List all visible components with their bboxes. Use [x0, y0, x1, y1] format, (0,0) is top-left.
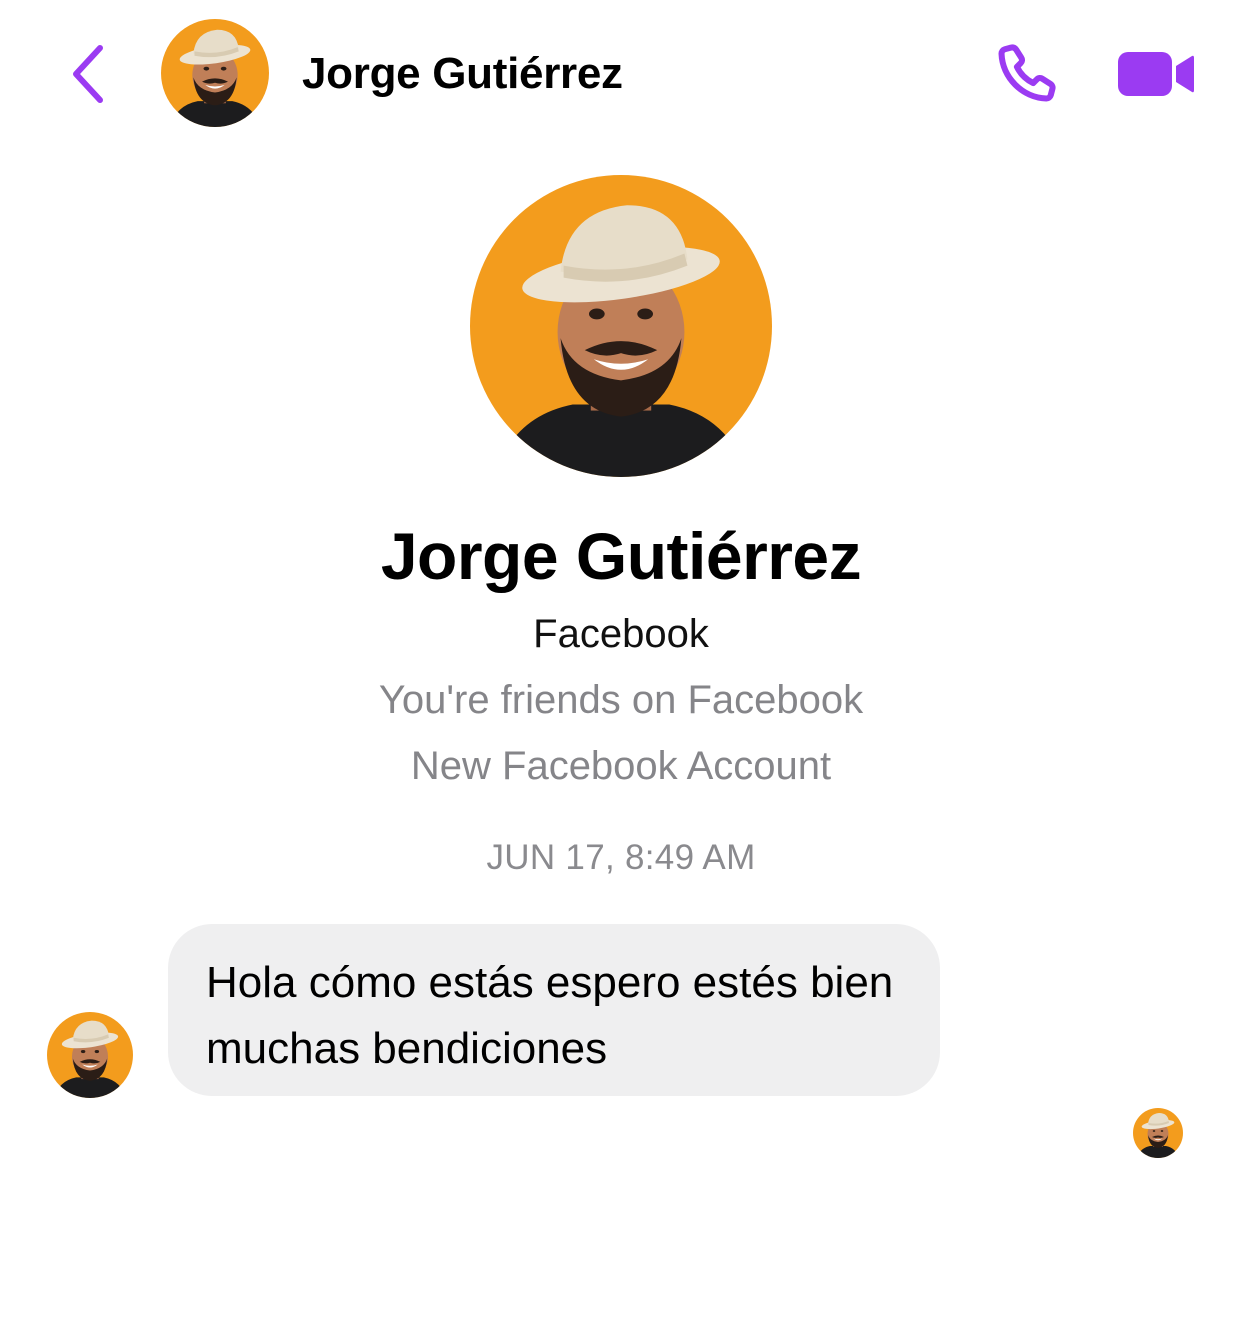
video-call-button[interactable]	[1108, 36, 1204, 112]
back-button[interactable]	[58, 36, 118, 112]
account-note: New Facebook Account	[410, 744, 832, 788]
header-contact-name[interactable]: Jorge Gutiérrez	[302, 44, 623, 104]
read-receipt-avatar	[1133, 1108, 1183, 1158]
message-bubble[interactable]: Hola cómo estás espero estés bien muchas…	[168, 924, 940, 1096]
sender-avatar[interactable]	[47, 1012, 133, 1098]
header-avatar[interactable]	[161, 19, 269, 127]
friend-status: You're friends on Facebook	[378, 678, 864, 722]
profile-platform: Facebook	[533, 612, 709, 656]
phone-icon	[998, 44, 1056, 102]
video-camera-icon	[1118, 52, 1194, 96]
audio-call-button[interactable]	[986, 34, 1066, 114]
message-timestamp: JUN 17, 8:49 AM	[486, 838, 756, 877]
profile-name: Jorge Gutiérrez	[380, 519, 862, 593]
conversation-header: Jorge Gutiérrez	[0, 0, 1242, 150]
profile-avatar[interactable]	[470, 175, 772, 477]
chevron-left-icon	[73, 45, 103, 103]
